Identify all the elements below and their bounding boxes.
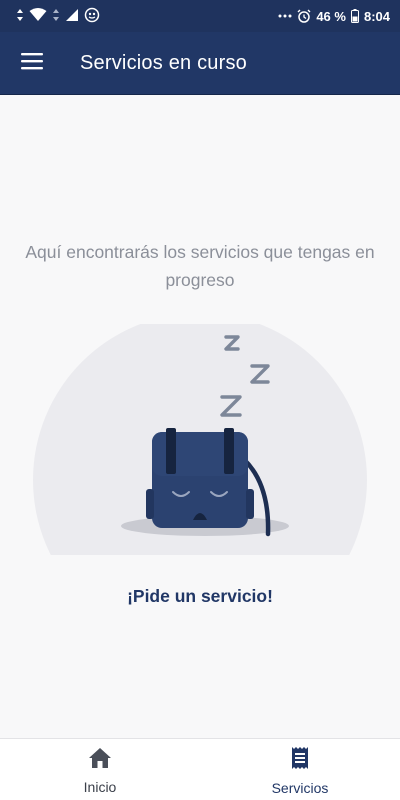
bottom-navigation: Inicio Servicios xyxy=(0,738,400,800)
home-icon xyxy=(88,747,112,774)
status-left xyxy=(16,7,100,26)
app-notification-icon xyxy=(84,7,100,26)
main-content: Aquí encontrarás los servicios que tenga… xyxy=(0,96,400,738)
wifi-icon xyxy=(29,7,47,25)
status-bar: 46 % 8:04 xyxy=(0,0,400,32)
signal-icon xyxy=(65,8,79,25)
hamburger-menu-icon xyxy=(21,52,43,75)
status-right: 46 % 8:04 xyxy=(278,9,390,24)
status-time: 8:04 xyxy=(363,8,390,24)
data-arrows-icon xyxy=(16,8,24,25)
page-title: Servicios en curso xyxy=(80,51,247,74)
nav-item-servicios[interactable]: Servicios xyxy=(200,739,400,800)
battery-icon xyxy=(350,9,359,23)
data-arrows-icon xyxy=(52,8,60,25)
nav-label-inicio: Inicio xyxy=(83,779,117,795)
battery-percent: 46 % xyxy=(316,8,346,24)
empty-state-message: Aquí encontrarás los servicios que tenga… xyxy=(25,242,375,290)
sleeping-backpack-illustration xyxy=(0,324,400,556)
nav-label-servicios: Servicios xyxy=(271,780,329,796)
nav-item-inicio[interactable]: Inicio xyxy=(0,739,200,800)
app-bar: Servicios en curso xyxy=(0,32,400,95)
more-icon xyxy=(278,13,292,19)
alarm-icon xyxy=(297,9,311,23)
request-service-link[interactable]: ¡Pide un servicio! xyxy=(0,586,400,607)
menu-button[interactable] xyxy=(0,32,64,95)
receipt-icon xyxy=(290,746,310,775)
